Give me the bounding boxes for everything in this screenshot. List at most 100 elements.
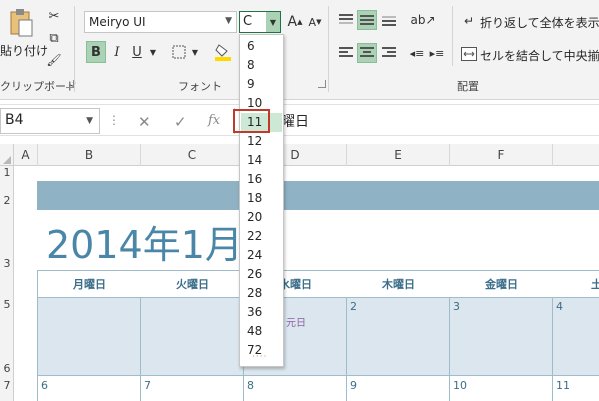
column-header-e[interactable]: E	[347, 144, 450, 166]
bold-label: B	[91, 44, 101, 60]
chevron-down-icon[interactable]: ▼	[190, 45, 200, 59]
chevron-down-icon: ▼	[225, 16, 232, 26]
calendar-month-title[interactable]: 2014年1月	[46, 214, 243, 269]
day-cell-number[interactable]: 8	[247, 379, 254, 392]
chevron-down-icon[interactable]: ▼	[86, 116, 93, 126]
alignment-group-label: 配置	[457, 80, 479, 93]
font-size-option[interactable]: 9	[241, 75, 282, 94]
grid-line	[37, 375, 38, 401]
select-all-icon[interactable]	[0, 144, 14, 166]
weekday-tuesday[interactable]: 火曜日	[141, 271, 244, 298]
font-size-option[interactable]: 28	[241, 284, 282, 303]
align-right-icon[interactable]	[379, 43, 399, 63]
ribbon: 貼り付け ✂ ⧉ 🖌 クリップボード Meiryo UI ▼ C ▼ A ▲ A ▼…	[0, 0, 599, 100]
chevron-down-icon[interactable]: ▼	[266, 12, 280, 32]
clipboard-dialog-launcher-icon[interactable]	[66, 80, 74, 88]
font-dialog-launcher-icon[interactable]	[318, 80, 326, 88]
weekday-thursday[interactable]: 木曜日	[347, 271, 450, 298]
resize-grip-icon[interactable]: ····	[252, 352, 267, 362]
calendar-week-1[interactable]	[37, 298, 599, 375]
day-cell-number[interactable]: 2	[350, 300, 357, 313]
day-cell-number[interactable]: 11	[556, 379, 570, 392]
font-size-option[interactable]: 14	[241, 151, 282, 170]
row-header-6[interactable]: 6	[0, 362, 14, 375]
decrease-indent-icon[interactable]: ◂≡	[408, 43, 426, 63]
underline-button[interactable]: U	[128, 41, 146, 63]
increase-font-size-icon[interactable]: A ▲	[287, 12, 303, 32]
font-size-option[interactable]: 6	[241, 37, 282, 56]
weekday-saturday[interactable]: 土	[553, 271, 599, 298]
bold-button[interactable]: B	[86, 41, 106, 63]
increase-indent-icon[interactable]: ▸≡	[428, 43, 446, 63]
day-cell-number[interactable]: 6	[41, 379, 48, 392]
weekday-monday[interactable]: 月曜日	[38, 271, 141, 298]
align-bottom-icon[interactable]	[379, 10, 399, 30]
wrap-text-icon[interactable]: ↵	[460, 12, 478, 30]
row-header-5[interactable]: 5	[0, 298, 14, 311]
cut-icon[interactable]: ✂	[44, 6, 64, 26]
font-size-option[interactable]: 16	[241, 170, 282, 189]
row-header-3[interactable]: 3	[0, 257, 14, 270]
align-top-icon[interactable]	[336, 10, 356, 30]
formula-input[interactable]: 曜日	[234, 108, 599, 134]
day-cell-number[interactable]: 9	[350, 379, 357, 392]
day-cell-number[interactable]: 4	[556, 300, 563, 313]
column-header-c[interactable]: C	[141, 144, 244, 166]
merge-center-button[interactable]: セルを結合して中央揃え	[480, 47, 599, 64]
font-size-option[interactable]: 24	[241, 246, 282, 265]
font-size-combobox[interactable]: C ▼	[239, 11, 281, 33]
font-size-option[interactable]: 22	[241, 227, 282, 246]
wrap-text-button[interactable]: 折り返して全体を表示す	[480, 14, 599, 31]
font-size-option[interactable]: 26	[241, 265, 282, 284]
font-size-option[interactable]: 36	[241, 303, 282, 322]
paste-icon[interactable]	[6, 6, 36, 40]
day-cell-number[interactable]: 7	[144, 379, 151, 392]
enter-icon[interactable]: ✓	[174, 113, 187, 131]
align-left-icon[interactable]	[336, 43, 356, 63]
font-name-combobox[interactable]: Meiryo UI ▼	[84, 11, 237, 33]
font-size-option[interactable]: 8	[241, 56, 282, 75]
font-size-option[interactable]: 48	[241, 322, 282, 341]
ribbon-divider	[74, 6, 75, 92]
cancel-icon[interactable]: ✕	[138, 113, 151, 131]
ribbon-divider	[328, 6, 329, 92]
weekday-header-row[interactable]: 月曜日 火曜日 水曜日 木曜日 金曜日 土	[37, 270, 599, 298]
orientation-icon[interactable]: ab↗	[410, 10, 435, 30]
underline-label: U	[132, 44, 142, 60]
row-header-2[interactable]: 2	[0, 194, 14, 207]
chevron-down-icon[interactable]: ▼	[148, 45, 158, 59]
align-middle-icon[interactable]	[357, 10, 377, 30]
paste-button-label[interactable]: 貼り付け	[0, 42, 48, 59]
name-box[interactable]: B4 ▼	[0, 108, 100, 134]
font-group-label: フォント	[178, 80, 222, 93]
calendar-banner	[37, 181, 599, 210]
font-size-option[interactable]: 20	[241, 208, 282, 227]
format-painter-icon[interactable]: 🖌	[44, 50, 64, 70]
font-size-option[interactable]: 12	[241, 132, 282, 151]
decrease-font-size-icon[interactable]: A ▼	[307, 12, 323, 32]
day-cell-number[interactable]: 10	[453, 379, 467, 392]
font-size-value: C	[243, 14, 253, 29]
copy-icon[interactable]: ⧉	[44, 28, 64, 48]
weekday-friday[interactable]: 金曜日	[450, 271, 553, 298]
row-header-7[interactable]: 7	[0, 379, 14, 392]
ribbon-divider	[452, 6, 453, 66]
font-size-option[interactable]: 18	[241, 189, 282, 208]
italic-button[interactable]: I	[108, 41, 126, 63]
more-options-icon[interactable]: ⋮	[108, 113, 120, 127]
day-cell-number[interactable]: 3	[453, 300, 460, 313]
grid-line	[140, 298, 141, 401]
fill-color-icon[interactable]	[214, 42, 232, 62]
column-header-f[interactable]: F	[450, 144, 553, 166]
column-header-a[interactable]: A	[14, 144, 38, 166]
align-center-icon[interactable]	[357, 43, 377, 63]
border-icon[interactable]	[170, 43, 188, 61]
font-size-dropdown-list[interactable]: 6 8 9 10 11 12 14 16 18 20 22 24 26 28 3…	[239, 34, 284, 367]
column-headers: A B C D E F	[0, 144, 599, 166]
formula-content: 曜日	[281, 114, 309, 130]
holiday-label[interactable]: 元日	[286, 314, 306, 329]
row-header-1[interactable]: 1	[0, 166, 14, 179]
insert-function-icon[interactable]: fx	[208, 113, 220, 128]
column-header-b[interactable]: B	[38, 144, 141, 166]
merge-center-icon[interactable]	[460, 45, 478, 63]
